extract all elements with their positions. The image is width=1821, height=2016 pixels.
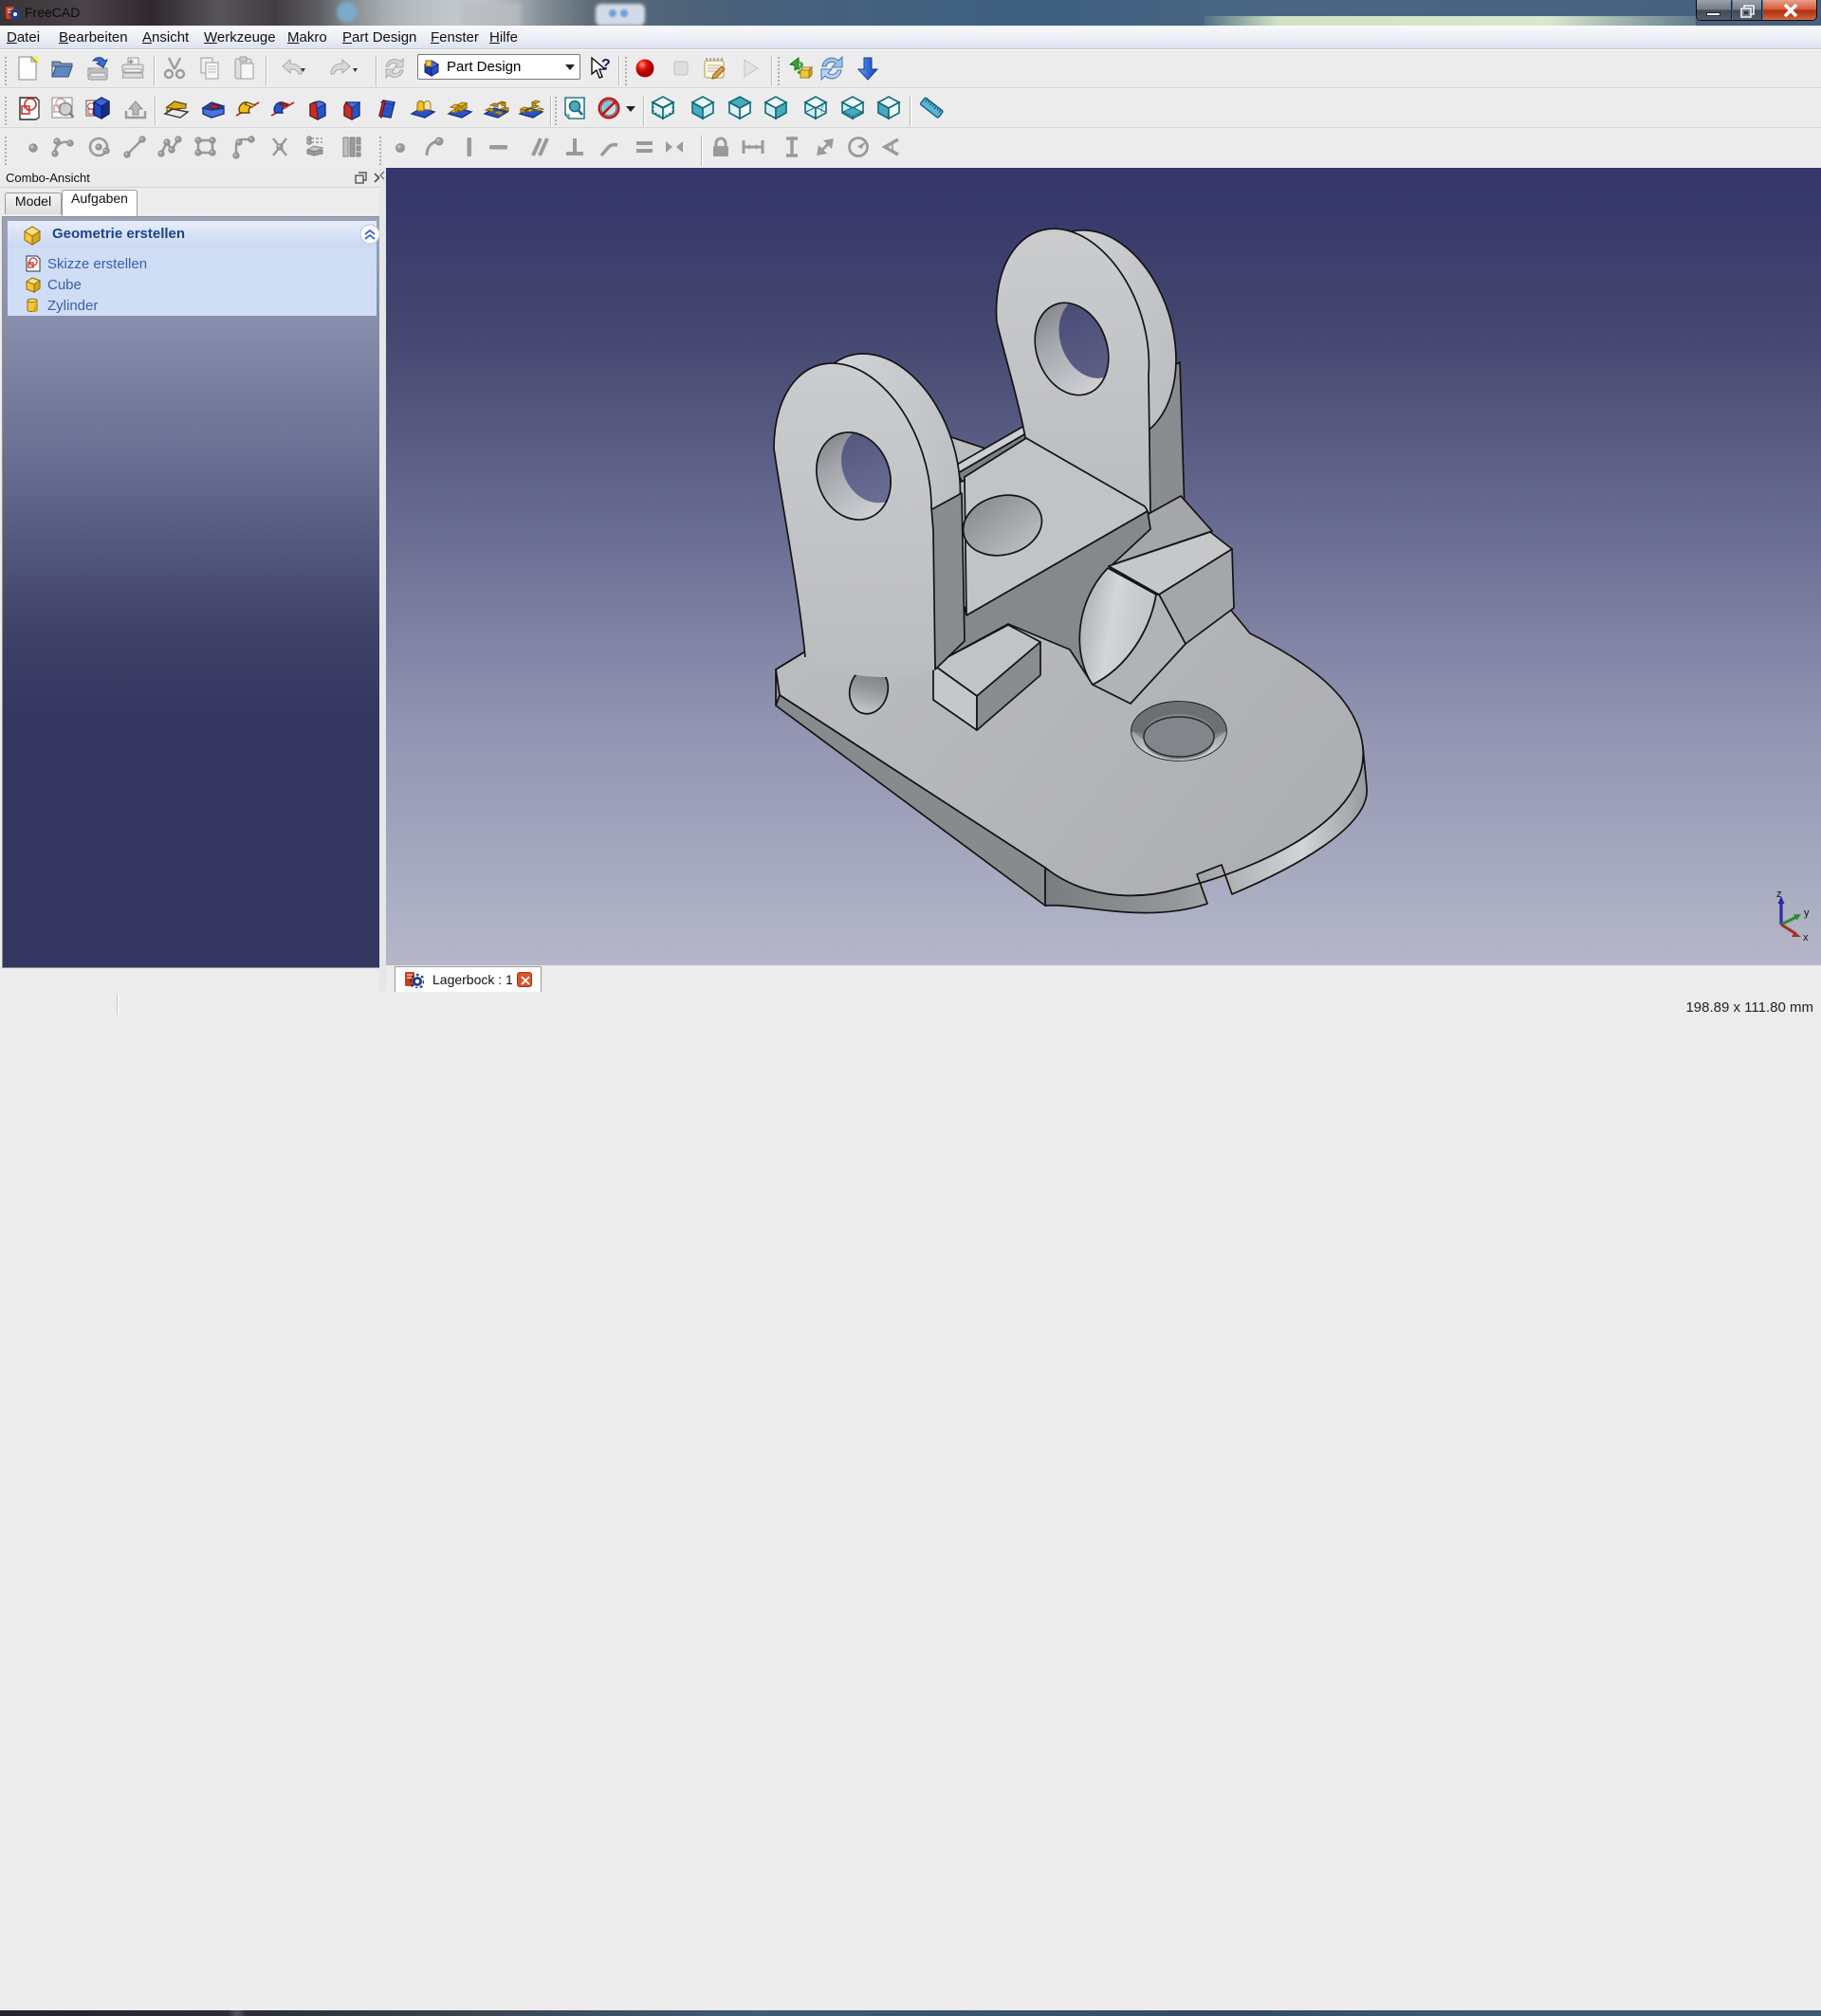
svg-text:?: ? — [601, 57, 611, 73]
svg-text:x: x — [1803, 932, 1809, 944]
svg-text:y: y — [1804, 907, 1810, 919]
svg-text:z: z — [1776, 889, 1782, 900]
